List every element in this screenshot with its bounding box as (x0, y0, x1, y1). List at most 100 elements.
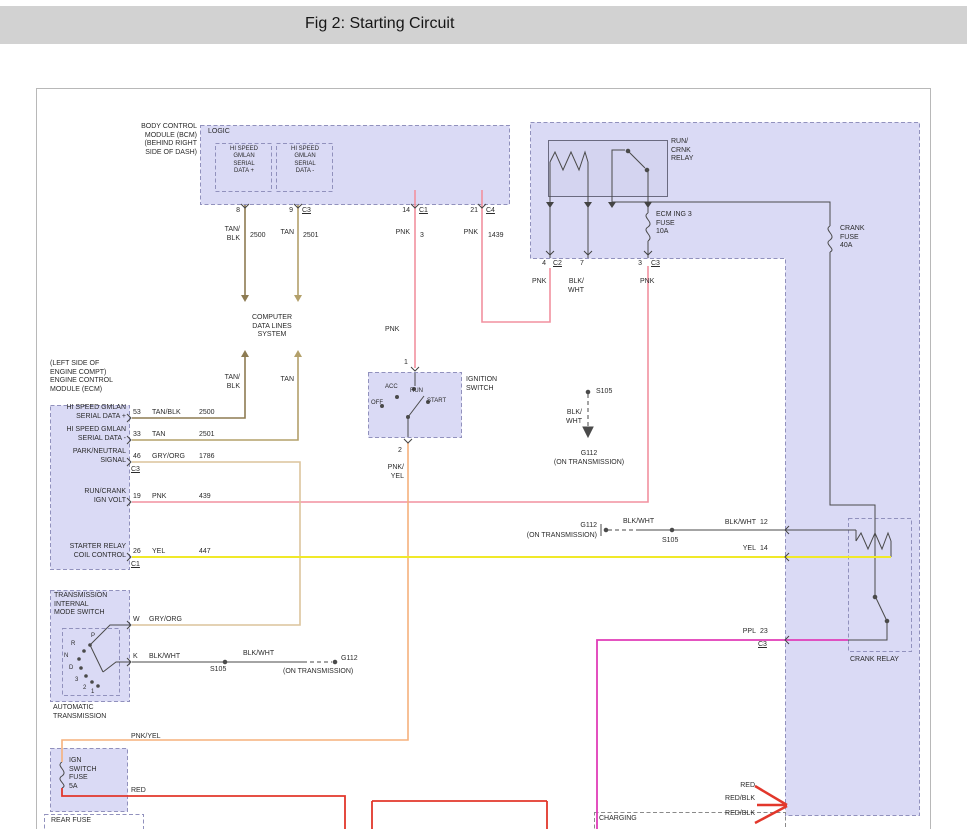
pnk-label-pin21: PNK (452, 229, 478, 238)
ground-g112-mid-dot (604, 528, 608, 532)
crank-relay-pin-12: 12 (760, 519, 768, 528)
ecm-pin-33: 33 (133, 431, 141, 440)
blkwht-tims-label: BLK/WHT (243, 650, 274, 659)
pnkyel-vertical-label: PNK/ YEL (380, 464, 404, 481)
splice-s105-tims-label: S105 (210, 666, 226, 675)
bcm-conn-c3: C3 (302, 207, 311, 216)
tims-pos-n: N (64, 653, 68, 660)
circuit-2501: 2501 (303, 232, 319, 241)
ecm-circ-33: 2501 (199, 431, 215, 440)
yel-wire-label: YEL (730, 545, 756, 554)
g112-mid-label: G112 (500, 522, 597, 531)
run-crnk-relay-label: RUN/ CRNK RELAY (671, 138, 693, 164)
ecm-conn-c1: C1 (131, 561, 140, 570)
pnkyel-horizontal-label: PNK/YEL (131, 733, 161, 742)
splice-s105-tims-dot (223, 660, 227, 664)
splice-s105-mid-label: S105 (662, 537, 678, 546)
ign-switch-fuse-label: IGN SWITCH FUSE 5A (69, 757, 97, 791)
splice-s105-label: S105 (596, 388, 612, 397)
ecm-wire-46: GRY/ORG (152, 453, 185, 462)
tims-pos-r: R (71, 641, 75, 648)
bcm-pin-14: 14 (396, 207, 410, 216)
gmlan-plus-label: HI SPEED GMLAN SERIAL DATA + (216, 146, 272, 175)
crank-relay-pin-14: 14 (760, 545, 768, 554)
ign-start-label: START (427, 398, 446, 405)
bcm-pin-21: 21 (462, 207, 478, 216)
ecm-wire-26: YEL (152, 548, 165, 557)
ecm-row3-label: PARK/NEUTRAL SIGNAL (50, 448, 126, 465)
ppl-wire-label: PPL (730, 628, 756, 637)
ecm-wire-19: PNK (152, 493, 166, 502)
blkwht-mid-label-1: BLK/WHT (623, 518, 654, 527)
ground-g112-label: G112 (ON TRANSMISSION) (530, 450, 648, 467)
pnk-label-pin14: PNK (384, 229, 410, 238)
splice-s105-dot (586, 390, 590, 394)
ecm-pin-53: 53 (133, 409, 141, 418)
logic-label: LOGIC (208, 128, 230, 137)
ign-pin-2: 2 (398, 447, 402, 456)
ecm-circ-19: 439 (199, 493, 211, 502)
relay-conn-c3: C3 (651, 260, 660, 269)
circuit-2500: 2500 (250, 232, 266, 241)
splice-s105-mid-dot (670, 528, 674, 532)
crank-relay-conn-c3: C3 (758, 641, 767, 650)
ecm-circ-53: 2500 (199, 409, 215, 418)
blkwht-vertical-label: BLK/ WHT (560, 409, 582, 426)
g112-tims-label: G112 (341, 655, 358, 664)
tims-wire-k: BLK/WHT (149, 653, 180, 662)
bcm-module-label: BODY CONTROL MODULE (BCM) (BEHIND RIGHT … (100, 123, 197, 157)
tims-label: TRANSMISSION INTERNAL MODE SWITCH (54, 592, 107, 618)
tanblk-label-top: TAN/ BLK (216, 226, 240, 243)
tims-pin-w: W (133, 616, 140, 625)
circuit-1439: 1439 (488, 232, 504, 241)
relay-pin-7: 7 (580, 260, 584, 269)
g112-tims-sub-label: (ON TRANSMISSION) (283, 668, 353, 677)
ecm-row1-label: HI SPEED GMLAN SERIAL DATA + (50, 404, 126, 421)
ecm-ign3-fuse-label: ECM ING 3 FUSE 10A (656, 211, 692, 237)
crank-relay-label: CRANK RELAY (850, 656, 899, 665)
tims-pos-3: 3 (75, 677, 78, 684)
crank-fuse-label: CRANK FUSE 40A (840, 225, 865, 251)
ecm-row2-label: HI SPEED GMLAN SERIAL DATA - (50, 426, 126, 443)
ecm-row5-label: STARTER RELAY COIL CONTROL (50, 543, 126, 560)
tanblk-label-mid: TAN/ BLK (216, 374, 240, 391)
ign-pin-1: 1 (404, 359, 408, 368)
ecm-wire-53: TAN/BLK (152, 409, 181, 418)
ign-off-label: OFF (371, 400, 383, 407)
relay-pnk-right-label: PNK (640, 278, 654, 287)
bcm-conn-c4: C4 (486, 207, 495, 216)
redblk-label-2: RED/BLK (710, 810, 755, 819)
red-right-label: RED (722, 782, 755, 791)
crank-relay-pin-23: 23 (760, 628, 768, 637)
tims-pos-p: P (91, 633, 95, 640)
pnk-mid-label: PNK (385, 326, 399, 335)
relay-conn-c2: C2 (553, 260, 562, 269)
relay-blkwht-label: BLK/ WHT (560, 278, 584, 295)
tims-wire-w: GRY/ORG (149, 616, 182, 625)
ecm-row4-label: RUN/CRANK IGN VOLT (50, 488, 126, 505)
gmlan-minus-label: HI SPEED GMLAN SERIAL DATA - (277, 146, 333, 175)
figure-title: Fig 2: Starting Circuit (305, 15, 454, 33)
relay-pin-4: 4 (534, 260, 546, 269)
ignition-switch-label: IGNITION SWITCH (466, 376, 497, 393)
tims-pos-2: 2 (83, 685, 86, 692)
bcm-pin-8: 8 (228, 207, 240, 216)
tan-label-top: TAN (274, 229, 294, 238)
ecm-pin-46: 46 (133, 453, 141, 462)
bcm-conn-c1: C1 (419, 207, 428, 216)
automatic-transmission-label: AUTOMATIC TRANSMISSION (53, 704, 106, 721)
ecm-pin-19: 19 (133, 493, 141, 502)
tims-pos-d: D (69, 665, 73, 672)
ecm-conn-c3: C3 (131, 466, 140, 475)
g112-mid-sub-label: (ON TRANSMISSION) (500, 532, 597, 541)
red-left-label: RED (131, 787, 146, 796)
circuit-3: 3 (420, 232, 424, 241)
ign-acc-label: ACC (385, 384, 398, 391)
tims-pos-1: 1 (91, 689, 94, 696)
charging-label: CHARGING (599, 815, 637, 824)
tan-label-mid: TAN (274, 376, 294, 385)
relay-pin-3: 3 (630, 260, 642, 269)
computer-data-lines-label: COMPUTER DATA LINES SYSTEM (232, 314, 312, 340)
ecm-circ-46: 1786 (199, 453, 215, 462)
run-crnk-relay-box (549, 141, 668, 197)
